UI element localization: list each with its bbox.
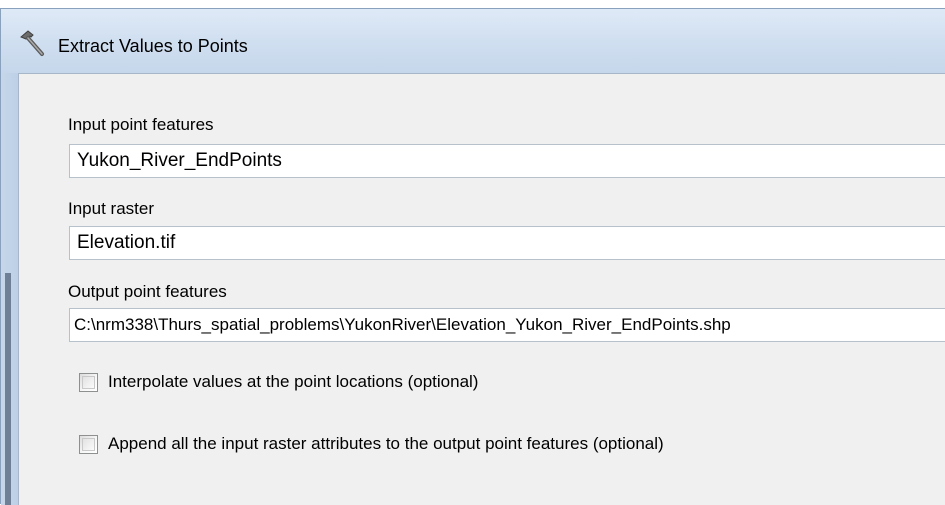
input-point-features-label: Input point features <box>68 115 214 134</box>
input-raster-label: Input raster <box>68 199 154 218</box>
output-point-features-label: Output point features <box>68 282 227 301</box>
append-raster-attributes-label[interactable]: Append all the input raster attributes t… <box>108 434 664 454</box>
left-window-frame <box>1 73 18 505</box>
window-title: Extract Values to Points <box>58 36 248 56</box>
tool-dialog-window: Extract Values to Points Input point fea… <box>0 8 945 505</box>
scroll-edge <box>5 273 11 505</box>
interpolate-values-checkbox[interactable] <box>79 373 98 392</box>
title-bar[interactable]: Extract Values to Points <box>1 9 945 73</box>
dialog-content: Input point features Yukon_River_EndPoin… <box>18 73 945 505</box>
interpolate-values-label[interactable]: Interpolate values at the point location… <box>108 372 478 392</box>
previous-content-strip <box>0 0 945 8</box>
input-raster-field[interactable]: Elevation.tif <box>69 226 945 260</box>
output-point-features-field[interactable]: C:\nrm338\Thurs_spatial_problems\YukonRi… <box>69 308 945 342</box>
hammer-icon <box>20 30 44 56</box>
append-raster-attributes-checkbox[interactable] <box>79 435 98 454</box>
input-point-features-field[interactable]: Yukon_River_EndPoints <box>69 144 945 178</box>
